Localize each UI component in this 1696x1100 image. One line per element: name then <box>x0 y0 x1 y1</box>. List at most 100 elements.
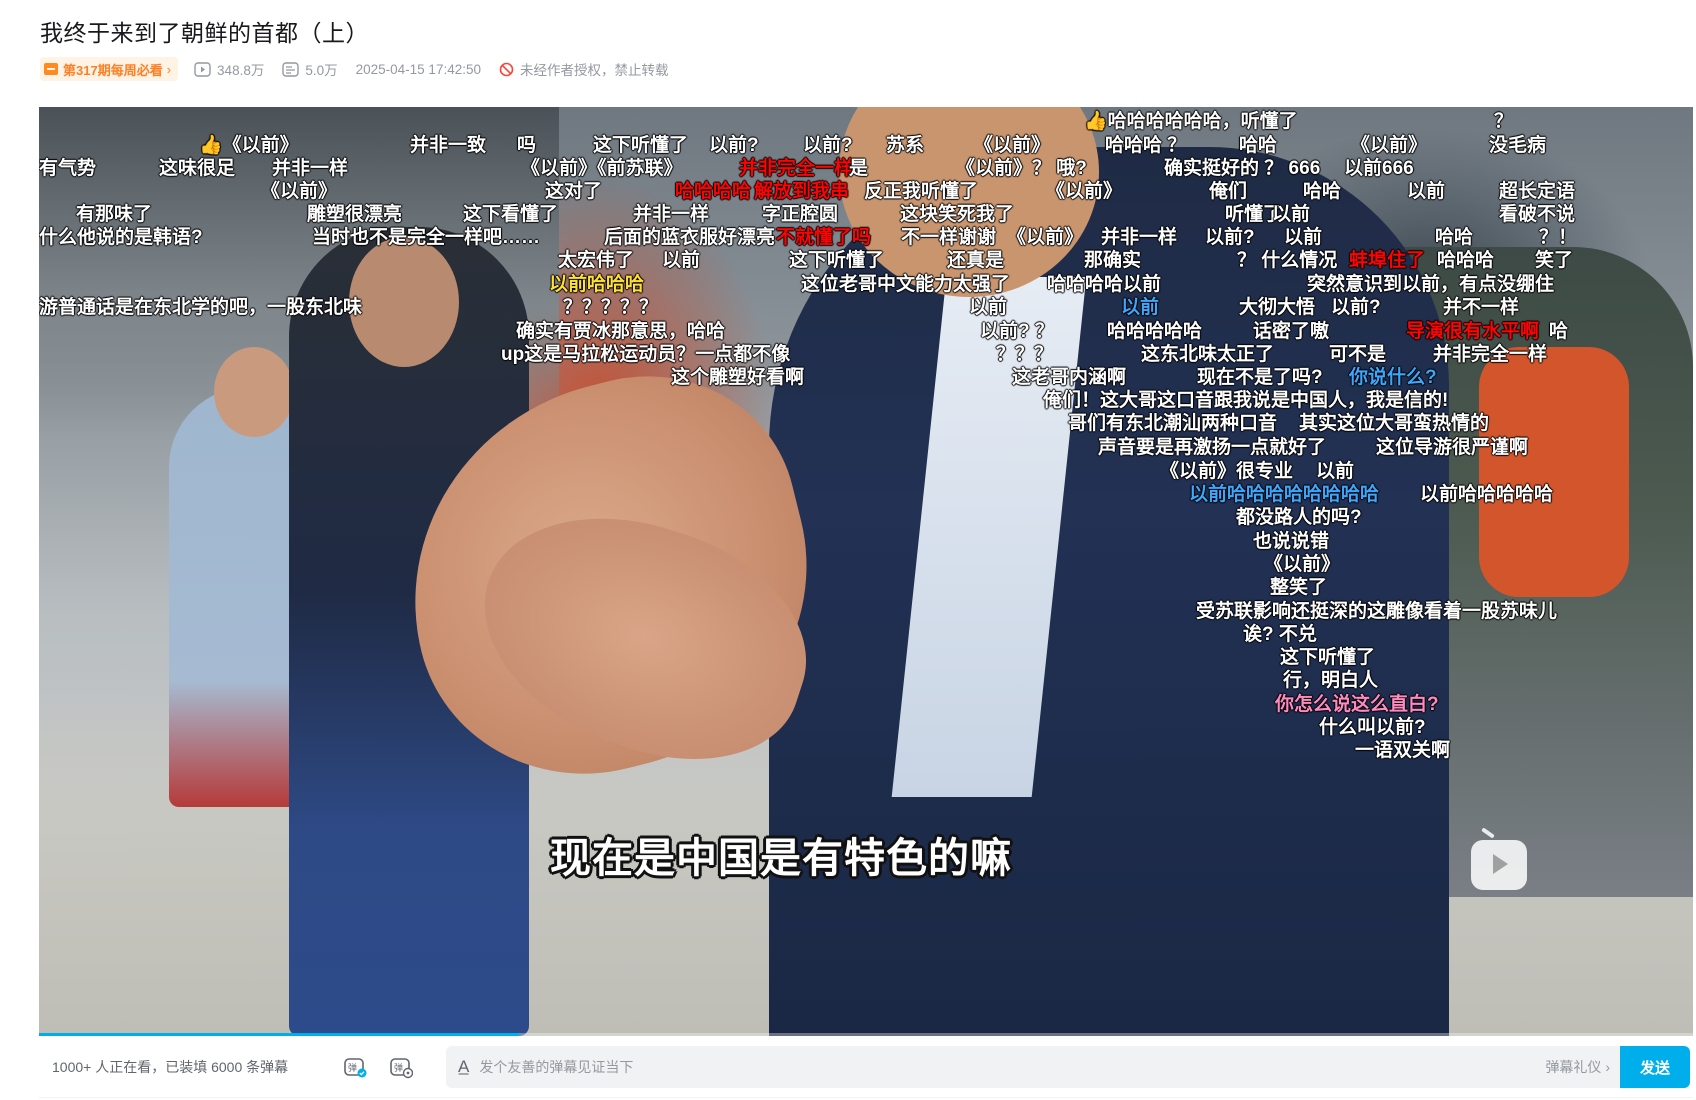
danmaku-comment: 俺们 <box>1209 181 1248 202</box>
danmaku-comment: 解放到我串 <box>754 181 850 202</box>
danmaku-comment: 游普通话是在东北学的吧，一股东北味 <box>39 297 363 318</box>
publish-time: 2025-04-15 17:42:50 <box>355 61 481 77</box>
copyright-notice: 未经作者授权，禁止转载 <box>499 59 668 79</box>
danmaku-comment: 导演很有水平啊 <box>1406 321 1540 342</box>
danmaku-comment: 这下听懂了 <box>789 250 885 271</box>
danmaku-comment: 哈哈 <box>1435 227 1474 248</box>
danmaku-input[interactable] <box>477 1058 1546 1076</box>
danmaku-comment: 这块笑死我了 <box>900 204 1015 225</box>
danmaku-comment: 这下听懂了 <box>1280 647 1376 668</box>
danmaku-count-value: 5.0万 <box>305 63 338 78</box>
danmaku-comment: 这位老哥中文能力太强了 <box>801 274 1011 295</box>
danmaku-comment: 你怎么说这么直白? <box>1275 694 1439 715</box>
danmaku-comment: 也说说错 <box>1253 531 1330 552</box>
danmaku-layer: 👍哈哈哈哈哈哈，听懂了？ 👍《以前》 并非一致吗这下听懂了 以前? 以前? 苏系 《以前》哈… <box>39 107 1693 1036</box>
weekly-badge[interactable]: 第317期每周必看 › <box>40 57 179 81</box>
danmaku-comment: 并非一致 <box>410 135 487 156</box>
danmaku-comment: 《以前》《前苏联》 <box>521 158 683 179</box>
danmaku-comment: 大彻大悟 <box>1239 297 1316 318</box>
danmaku-comment: 诶? 不兑 <box>1243 624 1317 645</box>
danmaku-comment: 不一样谢谢 <box>901 227 997 248</box>
danmaku-comment: 《以前》？ 哦? <box>956 158 1087 179</box>
danmaku-comment: 《以前》 <box>1351 135 1428 156</box>
danmaku-comment: 哈哈哈哈以前 <box>1047 274 1162 295</box>
danmaku-comment: 以前哈哈哈哈哈哈哈哈 <box>1189 484 1380 505</box>
danmaku-comment: 笑了 <box>1535 250 1574 271</box>
danmaku-comment: 这个雕塑好看啊 <box>671 367 805 388</box>
danmaku-comment: 声音要是再激扬一点就好了 <box>1098 437 1327 458</box>
danmaku-comment: 看破不说 <box>1499 204 1576 225</box>
danmaku-comment: 俺们！这大哥这口音跟我说是中国人，我是信的! <box>1043 390 1449 411</box>
danmaku-comment: up这是马拉松运动员？一点都不像 <box>501 344 791 365</box>
danmaku-comment: 有那味了 <box>76 204 153 225</box>
danmaku-input-wrapper: A̲ 弹幕礼仪 › <box>446 1046 1620 1088</box>
danmaku-toggle-icon[interactable]: 弹 <box>342 1054 368 1080</box>
danmaku-comment: 没毛病 <box>1489 135 1547 156</box>
danmaku-comment: 雕塑很漂亮 <box>307 204 403 225</box>
danmaku-comment: 吗 <box>517 135 537 156</box>
danmaku-comment: 《以前》很专业 <box>1160 461 1294 482</box>
danmaku-comment: 还真是 <box>947 250 1005 271</box>
svg-text:弹: 弹 <box>394 1062 403 1074</box>
danmaku-comment: 突然意识到以前，有点没绷住 <box>1307 274 1555 295</box>
thumbs-up-icon: 👍 <box>199 135 223 156</box>
danmaku-comment: ？？？？？ <box>563 297 659 318</box>
danmaku-comment: 哈哈哈 ？ <box>1105 135 1187 156</box>
danmaku-comment: 话密了嗷 <box>1253 321 1330 342</box>
danmaku-icon <box>282 61 300 77</box>
danmaku-settings-icon[interactable]: 弹 <box>388 1054 414 1080</box>
danmaku-comment: 都没路人的吗? <box>1236 507 1362 528</box>
progress-bar[interactable] <box>39 1033 1693 1036</box>
danmaku-comment: 这东北味太正了 <box>1141 344 1275 365</box>
send-button[interactable]: 发送 <box>1620 1046 1690 1088</box>
danmaku-comment: 哈哈哈哈 <box>675 181 752 202</box>
danmaku-comment: 并非一样 <box>1101 227 1178 248</box>
danmaku-comment: 当时也不是完全一样吧…… <box>312 227 541 248</box>
danmaku-comment: 以前哈哈哈 <box>549 274 645 295</box>
danmaku-comment: 后面的蓝衣服好漂亮 <box>604 227 776 248</box>
danmaku-comment: 有气势 <box>39 158 97 179</box>
danmaku-comment: 并不一样 <box>1443 297 1520 318</box>
danmaku-comment: 蚌埠住了 <box>1349 250 1426 271</box>
thumbs-up-icon: 👍 <box>1084 111 1108 132</box>
danmaku-etiquette-link[interactable]: 弹幕礼仪 › <box>1545 1057 1610 1077</box>
danmaku-comment: 太宏伟了 <box>558 250 635 271</box>
danmaku-comment-text: 《以前》 <box>222 135 299 156</box>
danmaku-comment: 以前? <box>803 135 853 156</box>
video-subtitle: 现在是中国是有特色的嘛 <box>550 835 1012 881</box>
danmaku-comment: 哥们有东北潮汕两种口音 <box>1068 413 1278 434</box>
danmaku-comment: 以前? ？ <box>980 321 1054 342</box>
danmaku-comment: 以前 <box>1272 204 1311 225</box>
danmaku-comment: 其实这位大哥蛮热情的 <box>1299 413 1490 434</box>
danmaku-comment: 确实有贾冰那意思，哈哈 <box>516 321 726 342</box>
danmaku-comment: 《以前》 <box>974 135 1051 156</box>
danmaku-comment: 以前 <box>662 250 701 271</box>
danmaku-comment: 不就懂了吗 <box>776 227 872 248</box>
danmaku-comment: 什么叫以前? <box>1319 717 1426 738</box>
danmaku-comment: 以前? <box>1331 297 1381 318</box>
danmaku-comment: 《以前》 <box>261 181 338 202</box>
danmaku-comment: 并非一样 <box>272 158 349 179</box>
danmaku-comment: 《以前》 <box>1264 554 1341 575</box>
danmaku-comment-text: 哈哈哈哈哈哈，听懂了 <box>1107 111 1298 132</box>
font-style-icon[interactable]: A̲ <box>458 1057 469 1077</box>
danmaku-send-bar: 1000+ 人正在看，已装填 6000 条弹幕 弹 弹 A̲ 弹幕礼仪 › 发送 <box>39 1037 1693 1098</box>
danmaku-comment: 受苏联影响还挺深的这雕像看着一股苏味儿 <box>1196 601 1558 622</box>
danmaku-comment: 这下看懂了 <box>463 204 559 225</box>
danmaku-comment: 苏系 <box>886 135 925 156</box>
danmaku-comment: 这位导游很严谨啊 <box>1376 437 1529 458</box>
danmaku-comment: 👍《以前》 <box>199 135 299 157</box>
danmaku-comment: 以前 <box>1121 297 1160 318</box>
danmaku-comment: 什么他说的是韩语? <box>39 227 203 248</box>
danmaku-comment: 以前 <box>969 297 1008 318</box>
danmaku-comment: 可不是 <box>1329 344 1387 365</box>
danmaku-comment: 以前666 <box>1344 158 1414 179</box>
video-player[interactable]: 👍哈哈哈哈哈哈，听懂了？ 👍《以前》 并非一致吗这下听懂了 以前? 以前? 苏系 《以前》哈… <box>39 107 1693 1036</box>
danmaku-comment: 以前 <box>1316 461 1355 482</box>
danmaku-comment: 超长定语 <box>1499 181 1576 202</box>
danmaku-comment: ？？？ <box>996 344 1054 365</box>
gift-icon <box>44 63 58 75</box>
danmaku-comment: ？ <box>1494 111 1514 132</box>
watching-count: 1000+ 人正在看，已装填 6000 条弹幕 <box>52 1059 289 1075</box>
danmaku-comment: 以前 <box>1284 227 1323 248</box>
